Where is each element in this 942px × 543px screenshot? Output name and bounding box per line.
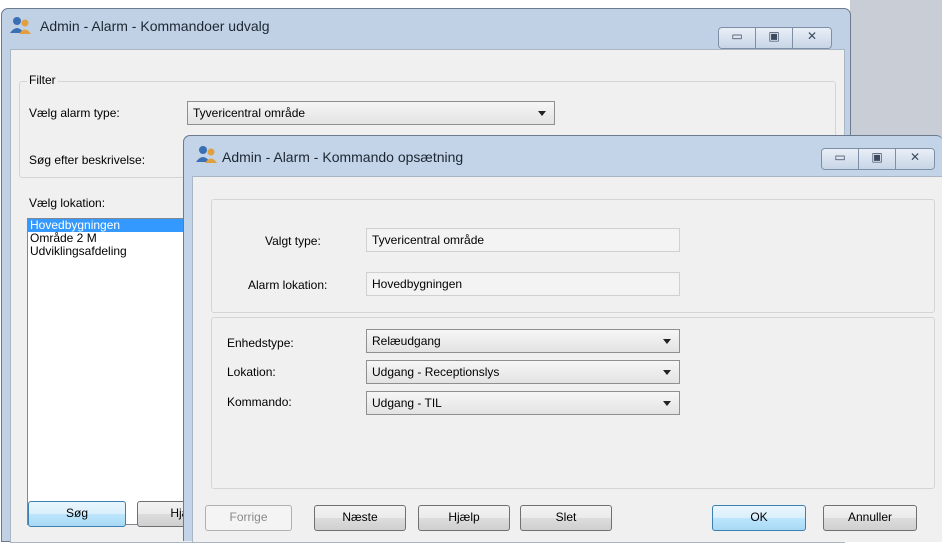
unit-type-label: Enhedstype: <box>227 336 294 350</box>
chevron-down-icon <box>663 401 671 406</box>
search-label: Søg efter beskrivelse: <box>29 153 146 167</box>
location-label: Vælg lokation: <box>29 196 106 210</box>
ok-button[interactable]: OK <box>712 505 806 531</box>
selected-type-value: Tyvericentral område <box>372 233 485 247</box>
search-button[interactable]: Søg <box>28 501 126 527</box>
command-value: Udgang - TIL <box>372 396 442 410</box>
location-listbox[interactable]: Hovedbygningen Område 2 M Udviklingsafde… <box>27 218 189 525</box>
title-bar[interactable]: Admin - Alarm - Kommando opsætning ▭ ▣ ✕ <box>184 136 942 170</box>
kommando-opsaetning-window: Admin - Alarm - Kommando opsætning ▭ ▣ ✕… <box>183 135 942 542</box>
alarm-location-label: Alarm lokation: <box>248 278 328 292</box>
close-icon[interactable]: ✕ <box>793 28 831 48</box>
chevron-down-icon <box>663 339 671 344</box>
title-bar[interactable]: Admin - Alarm - Kommandoer udvalg ▭ ▣ ✕ <box>2 9 850 49</box>
users-icon <box>10 17 31 34</box>
chevron-down-icon <box>538 111 546 116</box>
alarm-type-value: Tyvericentral område <box>193 106 306 120</box>
close-icon[interactable]: ✕ <box>896 149 934 169</box>
help-button[interactable]: Hjælp <box>418 505 510 531</box>
minimize-icon[interactable]: ▭ <box>719 28 756 48</box>
location-label: Lokation: <box>227 365 276 379</box>
location-value: Udgang - Receptionslys <box>372 365 500 379</box>
next-button[interactable]: Næste <box>314 505 406 531</box>
minimize-icon[interactable]: ▭ <box>822 149 859 169</box>
window-title: Admin - Alarm - Kommando opsætning <box>222 149 464 165</box>
alarm-location-value: Hovedbygningen <box>372 277 463 291</box>
unit-type-dropdown[interactable]: Relæudgang <box>366 329 680 353</box>
caption-buttons: ▭ ▣ ✕ <box>718 27 832 49</box>
selected-type-label: Valgt type: <box>265 234 321 248</box>
previous-button[interactable]: Forrige <box>205 505 292 531</box>
users-icon <box>196 146 217 163</box>
location-dropdown[interactable]: Udgang - Receptionslys <box>366 360 680 384</box>
caption-buttons: ▭ ▣ ✕ <box>821 148 935 170</box>
alarm-location-field: Hovedbygningen <box>366 272 680 296</box>
selected-type-field: Tyvericentral område <box>366 228 680 252</box>
command-label: Kommando: <box>227 395 292 409</box>
alarm-type-label: Vælg alarm type: <box>29 106 120 120</box>
cancel-button[interactable]: Annuller <box>823 505 917 531</box>
unit-type-value: Relæudgang <box>372 334 441 348</box>
maximize-icon[interactable]: ▣ <box>756 28 793 48</box>
filter-legend: Filter <box>27 73 58 87</box>
list-item[interactable]: Udviklingsafdeling <box>28 245 188 258</box>
window-title: Admin - Alarm - Kommandoer udvalg <box>40 18 270 34</box>
chevron-down-icon <box>663 370 671 375</box>
maximize-icon[interactable]: ▣ <box>859 149 896 169</box>
alarm-type-dropdown[interactable]: Tyvericentral område <box>187 101 555 125</box>
command-dropdown[interactable]: Udgang - TIL <box>366 391 680 415</box>
delete-button[interactable]: Slet <box>520 505 612 531</box>
window-content: Valgt type: Tyvericentral område Alarm l… <box>192 176 942 542</box>
